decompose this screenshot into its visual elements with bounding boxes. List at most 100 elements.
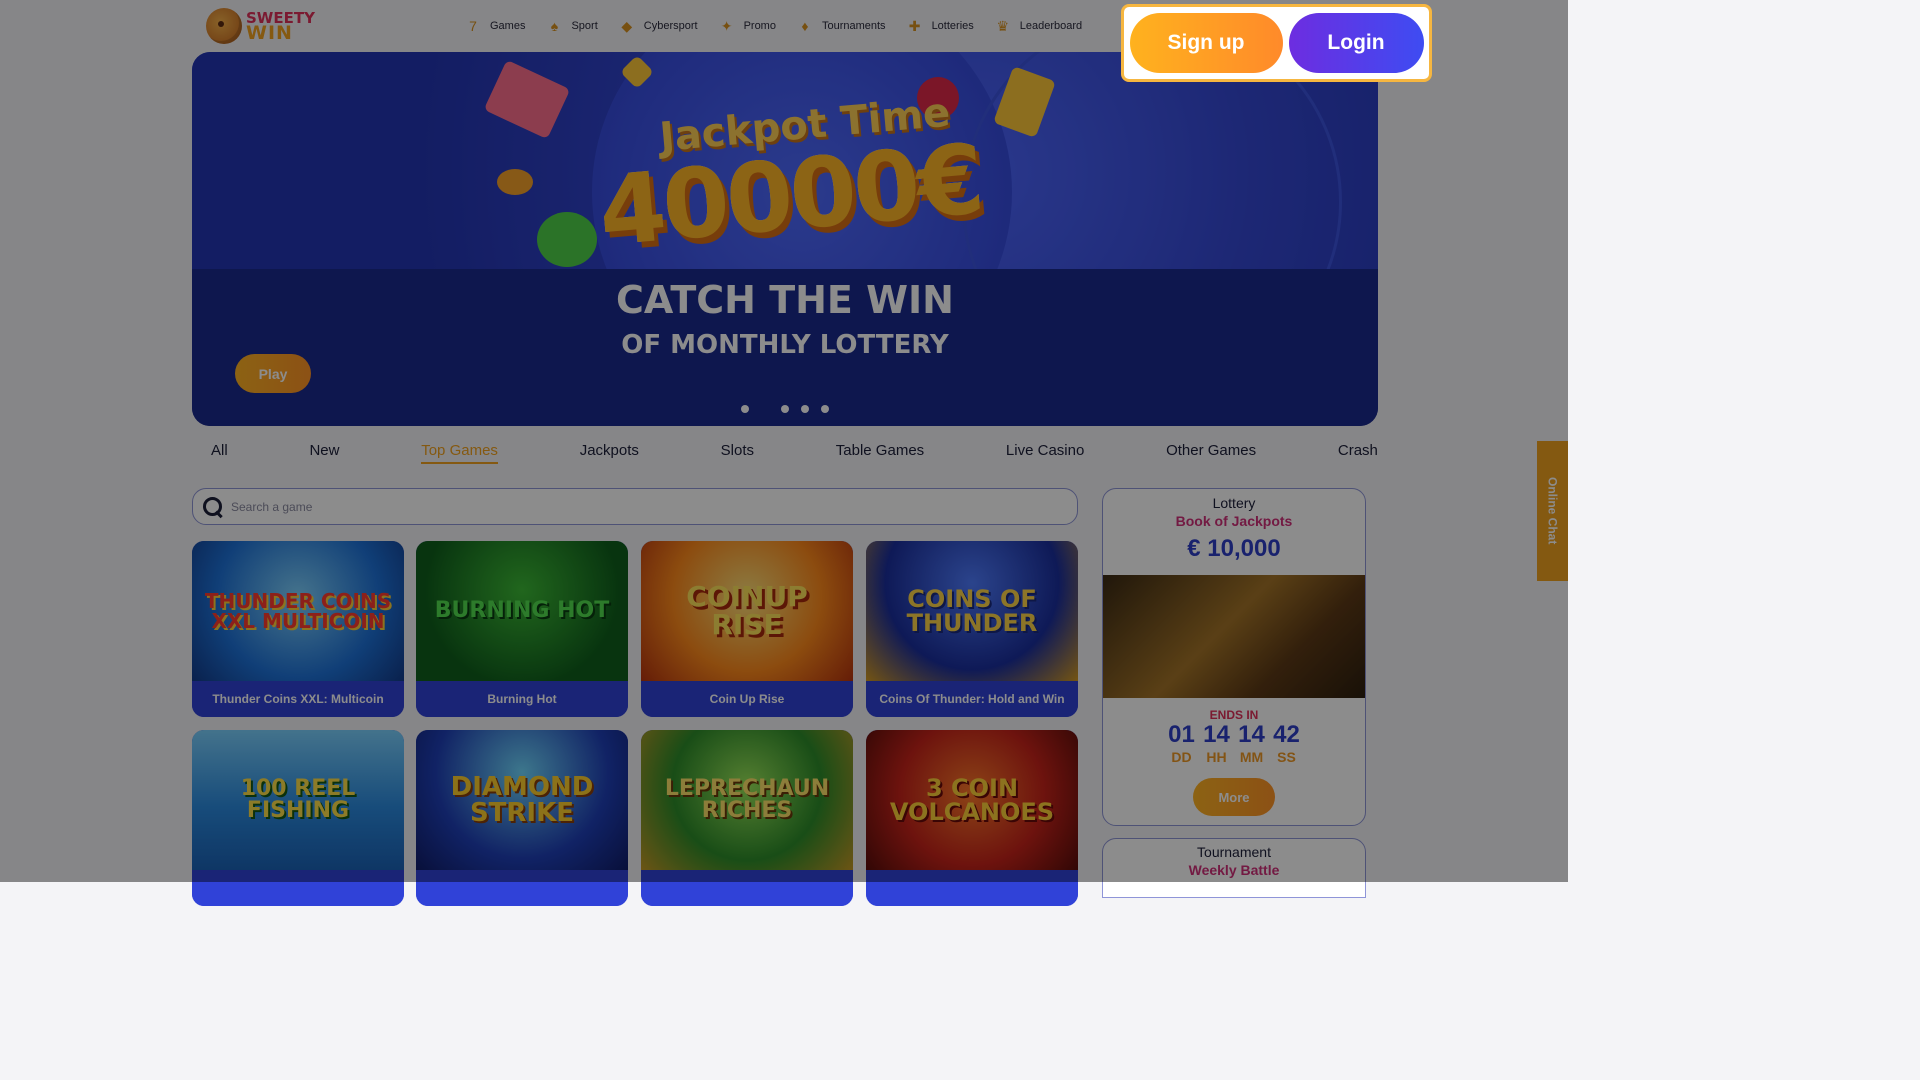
game-art-title: COINS OF THUNDER bbox=[906, 585, 1038, 637]
gift-icon: ✦ bbox=[720, 17, 733, 34]
game-art-title: BURNING HOT bbox=[434, 598, 610, 623]
lottery-kicker: Lottery bbox=[1212, 495, 1256, 511]
online-chat-tab[interactable]: Online Chat bbox=[1537, 441, 1568, 581]
lottery-ends-label: ENDS IN bbox=[1209, 708, 1259, 722]
hero-subheadline: OF MONTHLY LOTTERY bbox=[621, 330, 949, 360]
tab-jackpots[interactable]: Jackpots bbox=[580, 442, 639, 464]
tab-top-games[interactable]: Top Games bbox=[421, 442, 498, 464]
game-title: Burning Hot bbox=[416, 681, 628, 717]
countdown-seconds: 42 SS bbox=[1273, 721, 1300, 765]
tab-new[interactable]: New bbox=[309, 442, 339, 464]
game-artwork: LEPRECHAUN RICHES bbox=[641, 730, 853, 870]
game-card[interactable]: COINUP RISE Coin Up Rise bbox=[641, 541, 853, 717]
countdown-hours: 14 HH bbox=[1203, 721, 1230, 765]
game-artwork: 3 COIN VOLCANOES bbox=[866, 730, 1078, 870]
nav-label: Sport bbox=[571, 20, 598, 32]
countdown-value: 42 bbox=[1273, 721, 1300, 748]
login-button[interactable]: Login bbox=[1288, 13, 1424, 73]
game-title bbox=[866, 870, 1078, 906]
lottery-banner-image bbox=[1103, 575, 1365, 698]
tab-table-games[interactable]: Table Games bbox=[836, 442, 924, 464]
top-navigation: 7 Games ♠ Sport ◆ Cybersport ✦ Promo ♦ Tourna… bbox=[462, 14, 1100, 38]
nav-label: Lotteries bbox=[931, 20, 974, 32]
carousel-dot[interactable] bbox=[801, 405, 809, 413]
search-input[interactable] bbox=[231, 499, 1031, 514]
game-art-title: LEPRECHAUN RICHES bbox=[664, 776, 830, 823]
game-card[interactable]: THUNDER COINS XXL MULTICOIN Thunder Coin… bbox=[192, 541, 404, 717]
nav-cybersport[interactable]: ◆ Cybersport bbox=[616, 14, 698, 38]
logo-text-line2: WIN bbox=[246, 22, 293, 44]
game-card[interactable]: DIAMOND STRIKE bbox=[416, 730, 628, 906]
diamond-icon: ♦ bbox=[801, 18, 809, 34]
search-icon bbox=[203, 496, 223, 517]
countdown-minutes: 14 MM bbox=[1238, 721, 1265, 765]
game-art-title: COINUP RISE bbox=[686, 580, 808, 641]
tab-all[interactable]: All bbox=[211, 442, 228, 464]
countdown-value: 01 bbox=[1168, 721, 1195, 748]
lottery-more-button[interactable]: More bbox=[1193, 778, 1275, 816]
category-tabs: All New Top Games Jackpots Slots Table G… bbox=[192, 442, 1378, 464]
game-card[interactable]: LEPRECHAUN RICHES bbox=[641, 730, 853, 906]
game-title bbox=[192, 870, 404, 906]
tab-other-games[interactable]: Other Games bbox=[1166, 442, 1256, 464]
nav-games[interactable]: 7 Games bbox=[462, 14, 525, 38]
signup-button[interactable]: Sign up bbox=[1129, 13, 1283, 73]
lottery-name[interactable]: Book of Jackpots bbox=[1103, 513, 1365, 529]
gamepad-icon: ◆ bbox=[621, 17, 633, 34]
hero-play-button[interactable]: Play bbox=[235, 354, 311, 393]
game-artwork: DIAMOND STRIKE bbox=[416, 730, 628, 870]
game-title bbox=[416, 870, 628, 906]
crown-icon: ♛ bbox=[996, 17, 1010, 34]
nav-label: Tournaments bbox=[821, 20, 886, 32]
nav-label: Cybersport bbox=[643, 20, 698, 32]
trophy-icon: ♠ bbox=[550, 18, 559, 34]
tournament-kicker: Tournament bbox=[1197, 844, 1271, 860]
game-card[interactable]: 3 COIN VOLCANOES bbox=[866, 730, 1078, 906]
game-art-title: 3 COIN VOLCANOES bbox=[889, 774, 1055, 826]
hero-headline: CATCH THE WIN bbox=[616, 278, 954, 322]
countdown-timer: 01 DD 14 HH 14 MM 42 SS bbox=[1103, 721, 1365, 765]
game-artwork: COINS OF THUNDER bbox=[866, 541, 1078, 681]
tournament-card: Tournament Weekly Battle bbox=[1102, 838, 1366, 898]
lottery-ticket-icon: ✚ bbox=[908, 17, 921, 34]
site-logo[interactable]: SWEETY WIN bbox=[206, 6, 326, 46]
carousel-dot[interactable] bbox=[781, 405, 789, 413]
game-card[interactable]: BURNING HOT Burning Hot bbox=[416, 541, 628, 717]
game-title: Coin Up Rise bbox=[641, 681, 853, 717]
cookie-logo-icon bbox=[206, 8, 242, 44]
countdown-days: 01 DD bbox=[1168, 721, 1195, 765]
lottery-card: Lottery Book of Jackpots € 10,000 ENDS I… bbox=[1102, 488, 1366, 826]
lottery-prize-amount: € 10,000 bbox=[1187, 535, 1281, 562]
game-artwork: 100 REEL FISHING bbox=[192, 730, 404, 870]
nav-label: Games bbox=[490, 20, 526, 32]
countdown-unit: DD bbox=[1171, 749, 1192, 765]
tab-live-casino[interactable]: Live Casino bbox=[1006, 442, 1084, 464]
game-title: Coins Of Thunder: Hold and Win bbox=[866, 681, 1078, 717]
hero-banner: Jackpot Time 40000€ CATCH THE WIN OF MON… bbox=[192, 52, 1378, 426]
game-art-title: THUNDER COINS XXL MULTICOIN bbox=[204, 589, 392, 633]
game-card[interactable]: 100 REEL FISHING bbox=[192, 730, 404, 906]
tab-crash[interactable]: Crash bbox=[1338, 442, 1378, 464]
nav-promo[interactable]: ✦ Promo bbox=[716, 14, 776, 38]
countdown-unit: HH bbox=[1206, 749, 1227, 765]
game-artwork: COINUP RISE bbox=[641, 541, 853, 681]
nav-sport[interactable]: ♠ Sport bbox=[543, 14, 598, 38]
countdown-value: 14 bbox=[1203, 721, 1230, 748]
nav-tournaments[interactable]: ♦ Tournaments bbox=[794, 14, 886, 38]
nav-lotteries[interactable]: ✚ Lotteries bbox=[904, 14, 974, 38]
carousel-dot[interactable] bbox=[821, 405, 829, 413]
game-artwork: BURNING HOT bbox=[416, 541, 628, 681]
game-card[interactable]: COINS OF THUNDER Coins Of Thunder: Hold … bbox=[866, 541, 1078, 717]
tournament-name[interactable]: Weekly Battle bbox=[1103, 862, 1365, 878]
game-search-bar[interactable] bbox=[192, 488, 1078, 525]
nav-leaderboard[interactable]: ♛ Leaderboard bbox=[992, 14, 1082, 38]
tab-slots[interactable]: Slots bbox=[721, 442, 754, 464]
carousel-dots bbox=[741, 405, 829, 413]
online-chat-label: Online Chat bbox=[1545, 477, 1560, 545]
game-art-title: 100 REEL FISHING bbox=[240, 776, 356, 823]
countdown-value: 14 bbox=[1238, 721, 1265, 748]
auth-buttons-box: Sign up Login bbox=[1121, 4, 1432, 82]
game-title: Thunder Coins XXL: Multicoin bbox=[192, 681, 404, 717]
carousel-dot[interactable] bbox=[741, 405, 749, 413]
game-artwork: THUNDER COINS XXL MULTICOIN bbox=[192, 541, 404, 681]
